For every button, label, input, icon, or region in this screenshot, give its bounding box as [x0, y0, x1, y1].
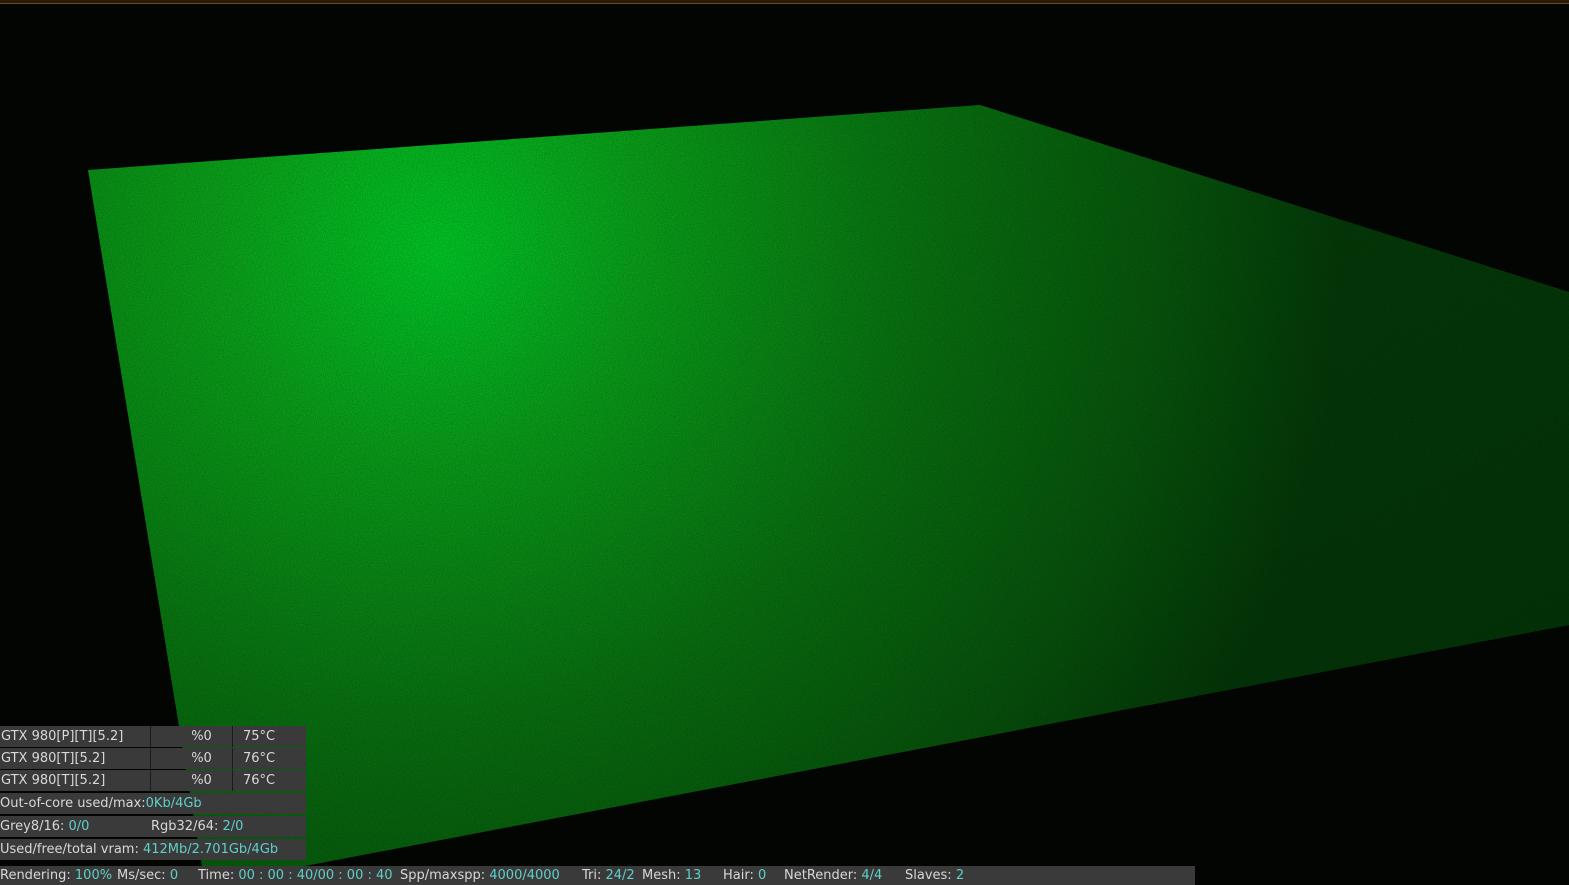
tri-label: Tri: — [582, 868, 606, 883]
netrender-value: 4/4 — [861, 868, 883, 883]
gpu-temperature: 75°C — [233, 726, 306, 747]
rgb-textures: Rgb32/64: 2/0 — [151, 816, 243, 837]
out-of-core-value: 0Kb/4Gb — [145, 796, 202, 811]
vram-label: Used/free/total vram: — [0, 842, 143, 857]
render-status-bar: Rendering: 100% Ms/sec: 0 Time: 00 : 00 … — [0, 866, 1195, 885]
hair-status: Hair: 0 — [723, 866, 766, 885]
gpu-load: %0 — [151, 726, 233, 747]
gpu-load: %0 — [151, 770, 233, 791]
render-viewport[interactable]: GTX 980[P][T][5.2] %0 75°C GTX 980[T][5.… — [0, 0, 1569, 885]
gpu-row: GTX 980[P][T][5.2] %0 75°C — [0, 726, 306, 747]
mssec-value: 0 — [169, 868, 179, 883]
rgb-textures-label: Rgb32/64: — [151, 819, 223, 834]
netrender-label: NetRender: — [784, 868, 862, 883]
mesh-value: 13 — [684, 868, 702, 883]
gpu-name: GTX 980[T][5.2] — [0, 770, 151, 791]
out-of-core-row: Out-of-core used/max:0Kb/4Gb — [0, 793, 306, 814]
rendering-value: 100% — [74, 868, 113, 883]
texture-count-row: Grey8/16: 0/0 Rgb32/64: 2/0 — [0, 816, 306, 837]
grey-textures-value: 0/0 — [68, 819, 90, 834]
gpu-row: GTX 980[T][5.2] %0 76°C — [0, 770, 306, 791]
spp-value: 4000/4000 — [489, 868, 560, 883]
gpu-temperature: 76°C — [233, 748, 306, 769]
rendering-label: Rendering: — [0, 868, 75, 883]
grey-textures-label: Grey8/16: — [0, 819, 69, 834]
gpu-row: GTX 980[T][5.2] %0 76°C — [0, 748, 306, 769]
tri-status: Tri: 24/2 — [582, 866, 635, 885]
out-of-core-label: Out-of-core used/max: — [0, 796, 146, 811]
mssec-label: Ms/sec: — [117, 868, 170, 883]
gpu-name: GTX 980[P][T][5.2] — [0, 726, 151, 747]
hair-value: 0 — [757, 868, 767, 883]
vram-row: Used/free/total vram: 412Mb/2.701Gb/4Gb — [0, 839, 306, 860]
spp-label: Spp/maxspp: — [400, 868, 490, 883]
tri-value: 24/2 — [605, 868, 635, 883]
slaves-status: Slaves: 2 — [905, 866, 964, 885]
gpu-load: %0 — [151, 748, 233, 769]
time-value: 00 : 00 : 40/00 : 00 : 40 — [238, 868, 393, 883]
time-status: Time: 00 : 00 : 40/00 : 00 : 40 — [198, 866, 393, 885]
hair-label: Hair: — [723, 868, 758, 883]
vram-value: 412Mb/2.701Gb/4Gb — [142, 842, 279, 857]
gpu-name: GTX 980[T][5.2] — [0, 748, 151, 769]
rendering-status: Rendering: 100% — [0, 866, 112, 885]
gpu-temperature: 76°C — [233, 770, 306, 791]
mssec-status: Ms/sec: 0 — [117, 866, 178, 885]
mesh-status: Mesh: 13 — [642, 866, 701, 885]
netrender-status: NetRender: 4/4 — [784, 866, 882, 885]
slaves-label: Slaves: — [905, 868, 956, 883]
time-label: Time: — [198, 868, 239, 883]
mesh-label: Mesh: — [642, 868, 685, 883]
rgb-textures-value: 2/0 — [222, 819, 244, 834]
slaves-value: 2 — [955, 868, 965, 883]
gpu-info-panel: GTX 980[P][T][5.2] %0 75°C GTX 980[T][5.… — [0, 726, 306, 860]
spp-status: Spp/maxspp: 4000/4000 — [400, 866, 560, 885]
